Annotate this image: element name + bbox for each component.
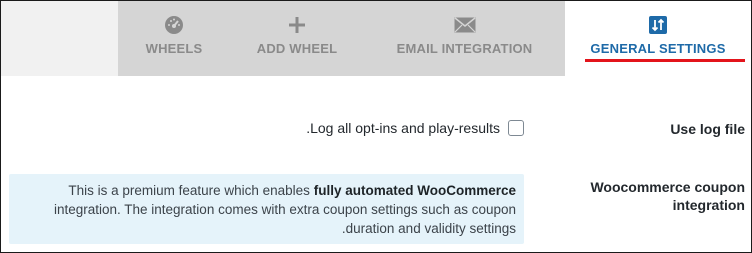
plus-icon <box>286 14 308 36</box>
log-option: .Log all opt-ins and play-results <box>306 120 524 136</box>
envelope-icon <box>454 14 476 36</box>
active-tab-underline <box>585 59 745 62</box>
premium-notice: This is a premium feature which enables … <box>9 174 524 244</box>
log-checkbox-text: .Log all opt-ins and play-results <box>306 120 500 136</box>
settings-page: WHEELS ADD WHEEL EMAIL INTEGRATION GENER… <box>0 0 752 253</box>
coupon-setting-label: Woocommerce coupon integration <box>590 179 745 213</box>
tab-wheels-label: WHEELS <box>145 41 203 56</box>
premium-notice-text-pre: This is a premium feature which enables <box>68 183 314 198</box>
premium-notice-text-post: integration. The integration comes with … <box>53 202 516 236</box>
tab-add-wheel-label: ADD WHEEL <box>256 41 338 56</box>
tab-wheels[interactable]: WHEELS <box>118 1 230 76</box>
tab-bar: WHEELS ADD WHEEL EMAIL INTEGRATION GENER… <box>1 1 751 76</box>
sort-arrows-icon <box>647 14 669 36</box>
tab-group: WHEELS ADD WHEEL EMAIL INTEGRATION <box>118 1 565 76</box>
tab-email-integration-label: EMAIL INTEGRATION <box>396 41 533 56</box>
tab-general-settings-label: GENERAL SETTINGS <box>590 41 726 56</box>
dashboard-icon <box>163 14 185 36</box>
tab-add-wheel[interactable]: ADD WHEEL <box>230 1 364 76</box>
tab-email-integration[interactable]: EMAIL INTEGRATION <box>364 1 565 76</box>
tab-general-settings[interactable]: GENERAL SETTINGS <box>565 1 751 76</box>
log-checkbox[interactable] <box>508 120 524 136</box>
tab-bar-spacer <box>1 1 118 76</box>
premium-notice-bold: fully automated WooCommerce <box>313 183 516 198</box>
log-setting-label: Use log file <box>670 121 745 137</box>
